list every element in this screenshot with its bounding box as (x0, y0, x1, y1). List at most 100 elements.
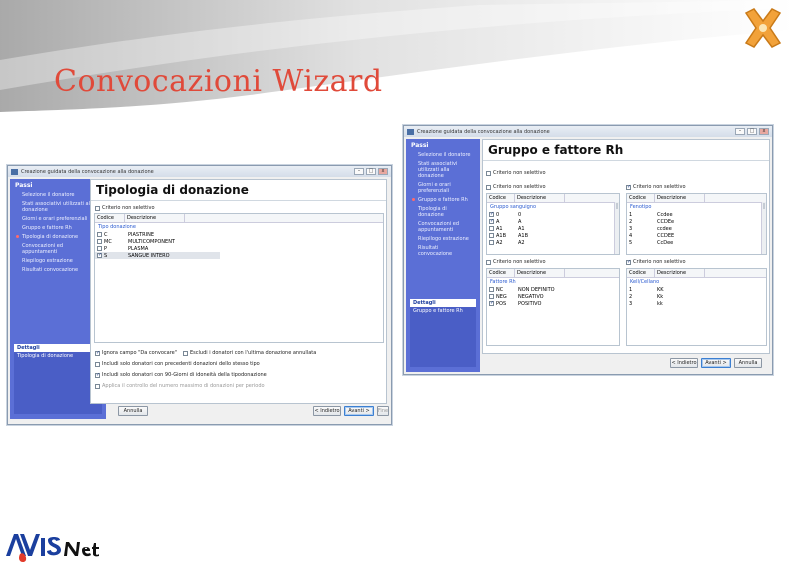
table-row[interactable]: 5 CcDee (627, 239, 766, 246)
right-window-title: Creazione guidata della convocazione all… (417, 128, 550, 135)
row-checkbox[interactable] (97, 232, 102, 237)
table-row[interactable]: 2 CCDEe (627, 218, 766, 225)
column-header[interactable]: Descrizione (515, 194, 565, 202)
details-value: Gruppo e fattore Rh (413, 308, 463, 314)
step-item[interactable]: Giorni e orari preferenziali (406, 181, 480, 196)
scrollbar[interactable] (761, 202, 766, 254)
step-item[interactable]: Stati associativi utilizzati alla donazi… (406, 160, 480, 181)
table-row[interactable]: 3 kk (627, 300, 766, 307)
option-checkbox[interactable]: Includi solo donatori con precedenti don… (95, 361, 260, 367)
minimize-button[interactable]: – (735, 128, 745, 135)
criterion-checkbox[interactable]: Criterio non selettivo (486, 170, 546, 176)
column-header[interactable]: Descrizione (655, 194, 705, 202)
left-window-title: Creazione guidata della convocazione all… (21, 168, 154, 175)
criterion-checkbox[interactable]: Criterio non selettivo (486, 184, 546, 190)
left-wizard-window: Creazione guidata della convocazione all… (7, 165, 392, 425)
option-checkbox[interactable]: Applica il controllo del numero massimo … (95, 383, 265, 389)
grid-header: Codice Descrizione (487, 269, 619, 278)
table-row[interactable]: 00 (487, 211, 619, 218)
criterion-checkbox[interactable]: Criterio non selettivo (95, 205, 155, 211)
table-row[interactable]: NEG NEGATIVO (487, 293, 619, 300)
slide-title: Convocazioni Wizard (54, 64, 383, 99)
details-header: Dettagli (14, 344, 102, 352)
table-row[interactable]: 2 Kk (627, 293, 766, 300)
back-button[interactable]: < Indietro (670, 358, 698, 368)
table-row[interactable]: C PIASTRINE (95, 231, 383, 238)
column-header[interactable]: Codice (627, 194, 655, 202)
option-checkbox[interactable]: Ignora campo "Da convocare" (95, 350, 177, 356)
row-checkbox[interactable] (97, 239, 102, 244)
content-title: Tipologia di donazione (91, 180, 386, 201)
table-row[interactable]: A1 A1 (487, 225, 619, 232)
option-checkbox[interactable]: Includi solo donatori con 90-Giorni di i… (95, 372, 267, 378)
row-checkbox[interactable] (97, 246, 102, 251)
table-row[interactable]: POSPOSITIVO (487, 300, 619, 307)
phenotype-grid[interactable]: Codice Descrizione Fenotipo 1 Ccdee 2 CCDE… (626, 193, 767, 255)
left-window-titlebar[interactable]: Creazione guidata della convocazione all… (8, 166, 391, 177)
group-label: Kell/Cellano (630, 279, 660, 285)
blood-group-grid[interactable]: Codice Descrizione Gruppo sanguigno 00 A… (486, 193, 620, 255)
table-row[interactable]: 4 CCDEE (627, 232, 766, 239)
app-icon (407, 128, 414, 135)
table-row[interactable]: 1 Ccdee (627, 211, 766, 218)
right-wizard-window: Creazione guidata della convocazione all… (403, 125, 773, 375)
step-item[interactable]: Convocazioni ed appuntamenti (406, 220, 480, 235)
column-header[interactable]: Codice (487, 269, 515, 277)
grid-header: Codice Descrizione (95, 214, 383, 223)
step-item-current[interactable]: Gruppo e fattore Rh (406, 196, 480, 205)
next-button[interactable]: Avanti > (344, 406, 374, 416)
grid-header: Codice Descrizione (487, 194, 619, 203)
content-title: Gruppo e fattore Rh (483, 140, 769, 161)
minimize-button[interactable]: – (354, 168, 364, 175)
right-steps-sidebar: Passi Selezione il donatore Stati associ… (406, 139, 480, 372)
table-row[interactable]: MC MULTICOMPONENT (95, 238, 383, 245)
criterion-checkbox[interactable]: Criterio non selettivo (626, 259, 686, 265)
group-label: Fattore Rh (490, 279, 516, 285)
table-row[interactable]: 1 KK (627, 286, 766, 293)
column-header[interactable]: Codice (95, 214, 125, 222)
table-row[interactable]: 3 ccdee (627, 225, 766, 232)
maximize-button[interactable]: □ (747, 128, 757, 135)
column-header[interactable]: Codice (627, 269, 655, 277)
close-button[interactable]: x (378, 168, 388, 175)
left-content-panel: Tipologia di donazione Criterio non sele… (90, 179, 387, 404)
table-row[interactable]: A2 A2 (487, 239, 619, 246)
maximize-button[interactable]: □ (366, 168, 376, 175)
group-label: Gruppo sanguigno (490, 204, 537, 210)
step-item[interactable]: Selezione il donatore (406, 151, 480, 160)
table-row[interactable]: AA (487, 218, 619, 225)
next-button[interactable]: Avanti > (701, 358, 731, 368)
step-item[interactable]: Risultati convocazione (406, 244, 480, 259)
close-button[interactable]: x (759, 128, 769, 135)
cancel-button[interactable]: Annulla (734, 358, 762, 368)
donation-type-grid[interactable]: Codice Descrizione Tipo donazione C PIAST… (94, 213, 384, 343)
avis-net-logo (6, 534, 99, 562)
row-checkbox[interactable] (97, 252, 102, 258)
criterion-checkbox[interactable]: Criterio non selettivo (486, 259, 546, 265)
details-panel: Dettagli Gruppo e fattore Rh (410, 299, 476, 367)
group-label: Tipo donazione (98, 224, 136, 230)
kell-grid[interactable]: Codice Descrizione Kell/Cellano 1 KK 2 Kk … (626, 268, 767, 346)
table-row[interactable]: NC NON DEFINITO (487, 286, 619, 293)
grid-header: Codice Descrizione (627, 194, 766, 203)
right-window-titlebar[interactable]: Creazione guidata della convocazione all… (404, 126, 772, 137)
table-row[interactable]: P PLASMA (95, 245, 383, 252)
cancel-button[interactable]: Annulla (118, 406, 148, 416)
column-header[interactable]: Codice (487, 194, 515, 202)
finish-button[interactable]: Fine (377, 406, 389, 416)
column-header[interactable]: Descrizione (125, 214, 185, 222)
step-item[interactable]: Tipologia di donazione (406, 205, 480, 220)
step-item[interactable]: Riepilogo estrazione (406, 235, 480, 244)
table-row[interactable]: SSANGUE INTERO (95, 252, 220, 259)
scrollbar[interactable] (614, 202, 619, 254)
criterion-checkbox[interactable]: Criterio non selettivo (626, 184, 686, 190)
option-checkbox[interactable]: Escludi i donatori con l'ultima donazion… (183, 350, 316, 356)
column-header[interactable]: Descrizione (655, 269, 705, 277)
rh-factor-grid[interactable]: Codice Descrizione Fattore Rh NC NON DEFI… (486, 268, 620, 346)
x-logo-icon (744, 8, 782, 48)
grid-header: Codice Descrizione (627, 269, 766, 278)
table-row[interactable]: A1B A1B (487, 232, 619, 239)
back-button[interactable]: < Indietro (313, 406, 341, 416)
details-panel: Dettagli Tipologia di donazione (14, 344, 102, 414)
column-header[interactable]: Descrizione (515, 269, 565, 277)
